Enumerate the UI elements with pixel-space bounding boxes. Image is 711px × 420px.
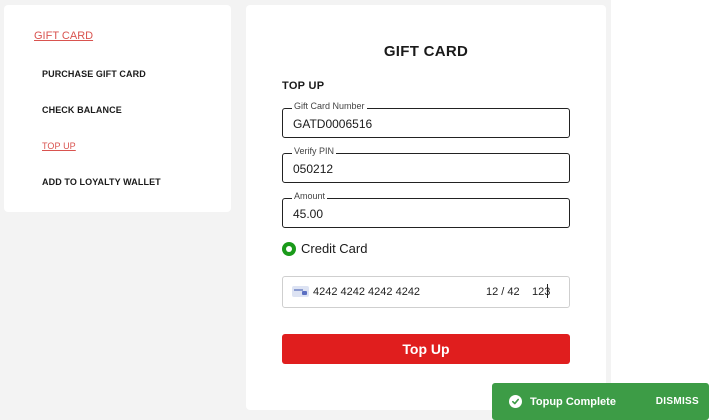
sidebar-item-purchase-gift-card[interactable]: PURCHASE GIFT CARD [42,69,146,79]
gift-card-number-field[interactable]: Gift Card Number GATD0006516 [282,101,570,138]
sidebar-item-add-to-loyalty-wallet[interactable]: ADD TO LOYALTY WALLET [42,177,161,187]
credit-card-icon [292,286,309,297]
card-expiry-input[interactable]: 12 / 42 [486,286,520,298]
gift-card-number-value[interactable]: GATD0006516 [293,117,372,131]
amount-field[interactable]: Amount 45.00 [282,191,570,228]
credit-card-input[interactable]: 4242 4242 4242 4242 12 / 42 123 [282,276,570,308]
gift-card-number-label: Gift Card Number [292,101,367,111]
top-up-button[interactable]: Top Up [282,334,570,364]
amount-label: Amount [292,191,328,201]
section-title: TOP UP [282,80,325,92]
check-circle-icon [509,395,522,408]
page-title: GIFT CARD [383,43,469,60]
right-panel-background [611,0,711,420]
verify-pin-label: Verify PIN [292,146,337,156]
sidebar: GIFT CARD PURCHASE GIFT CARD CHECK BALAN… [4,5,231,212]
verify-pin-field[interactable]: Verify PIN 050212 [282,146,570,183]
radio-selected-icon[interactable] [282,241,296,256]
dismiss-button[interactable]: DISMISS [656,396,699,407]
sidebar-item-check-balance[interactable]: CHECK BALANCE [42,105,122,115]
sidebar-item-top-up[interactable]: TOP UP [42,141,76,151]
sidebar-title[interactable]: GIFT CARD [34,30,93,42]
payment-method-label: Credit Card [301,241,368,256]
text-caret [547,284,548,298]
verify-pin-value[interactable]: 050212 [293,162,333,176]
gift-card-form: GIFT CARD TOP UP Gift Card Number GATD00… [246,5,606,410]
amount-value[interactable]: 45.00 [293,207,323,221]
toast-notification: Topup Complete DISMISS [492,383,709,420]
toast-message: Topup Complete [530,395,616,408]
card-number-input[interactable]: 4242 4242 4242 4242 [313,286,420,298]
payment-method-credit-card[interactable]: Credit Card [282,241,367,256]
